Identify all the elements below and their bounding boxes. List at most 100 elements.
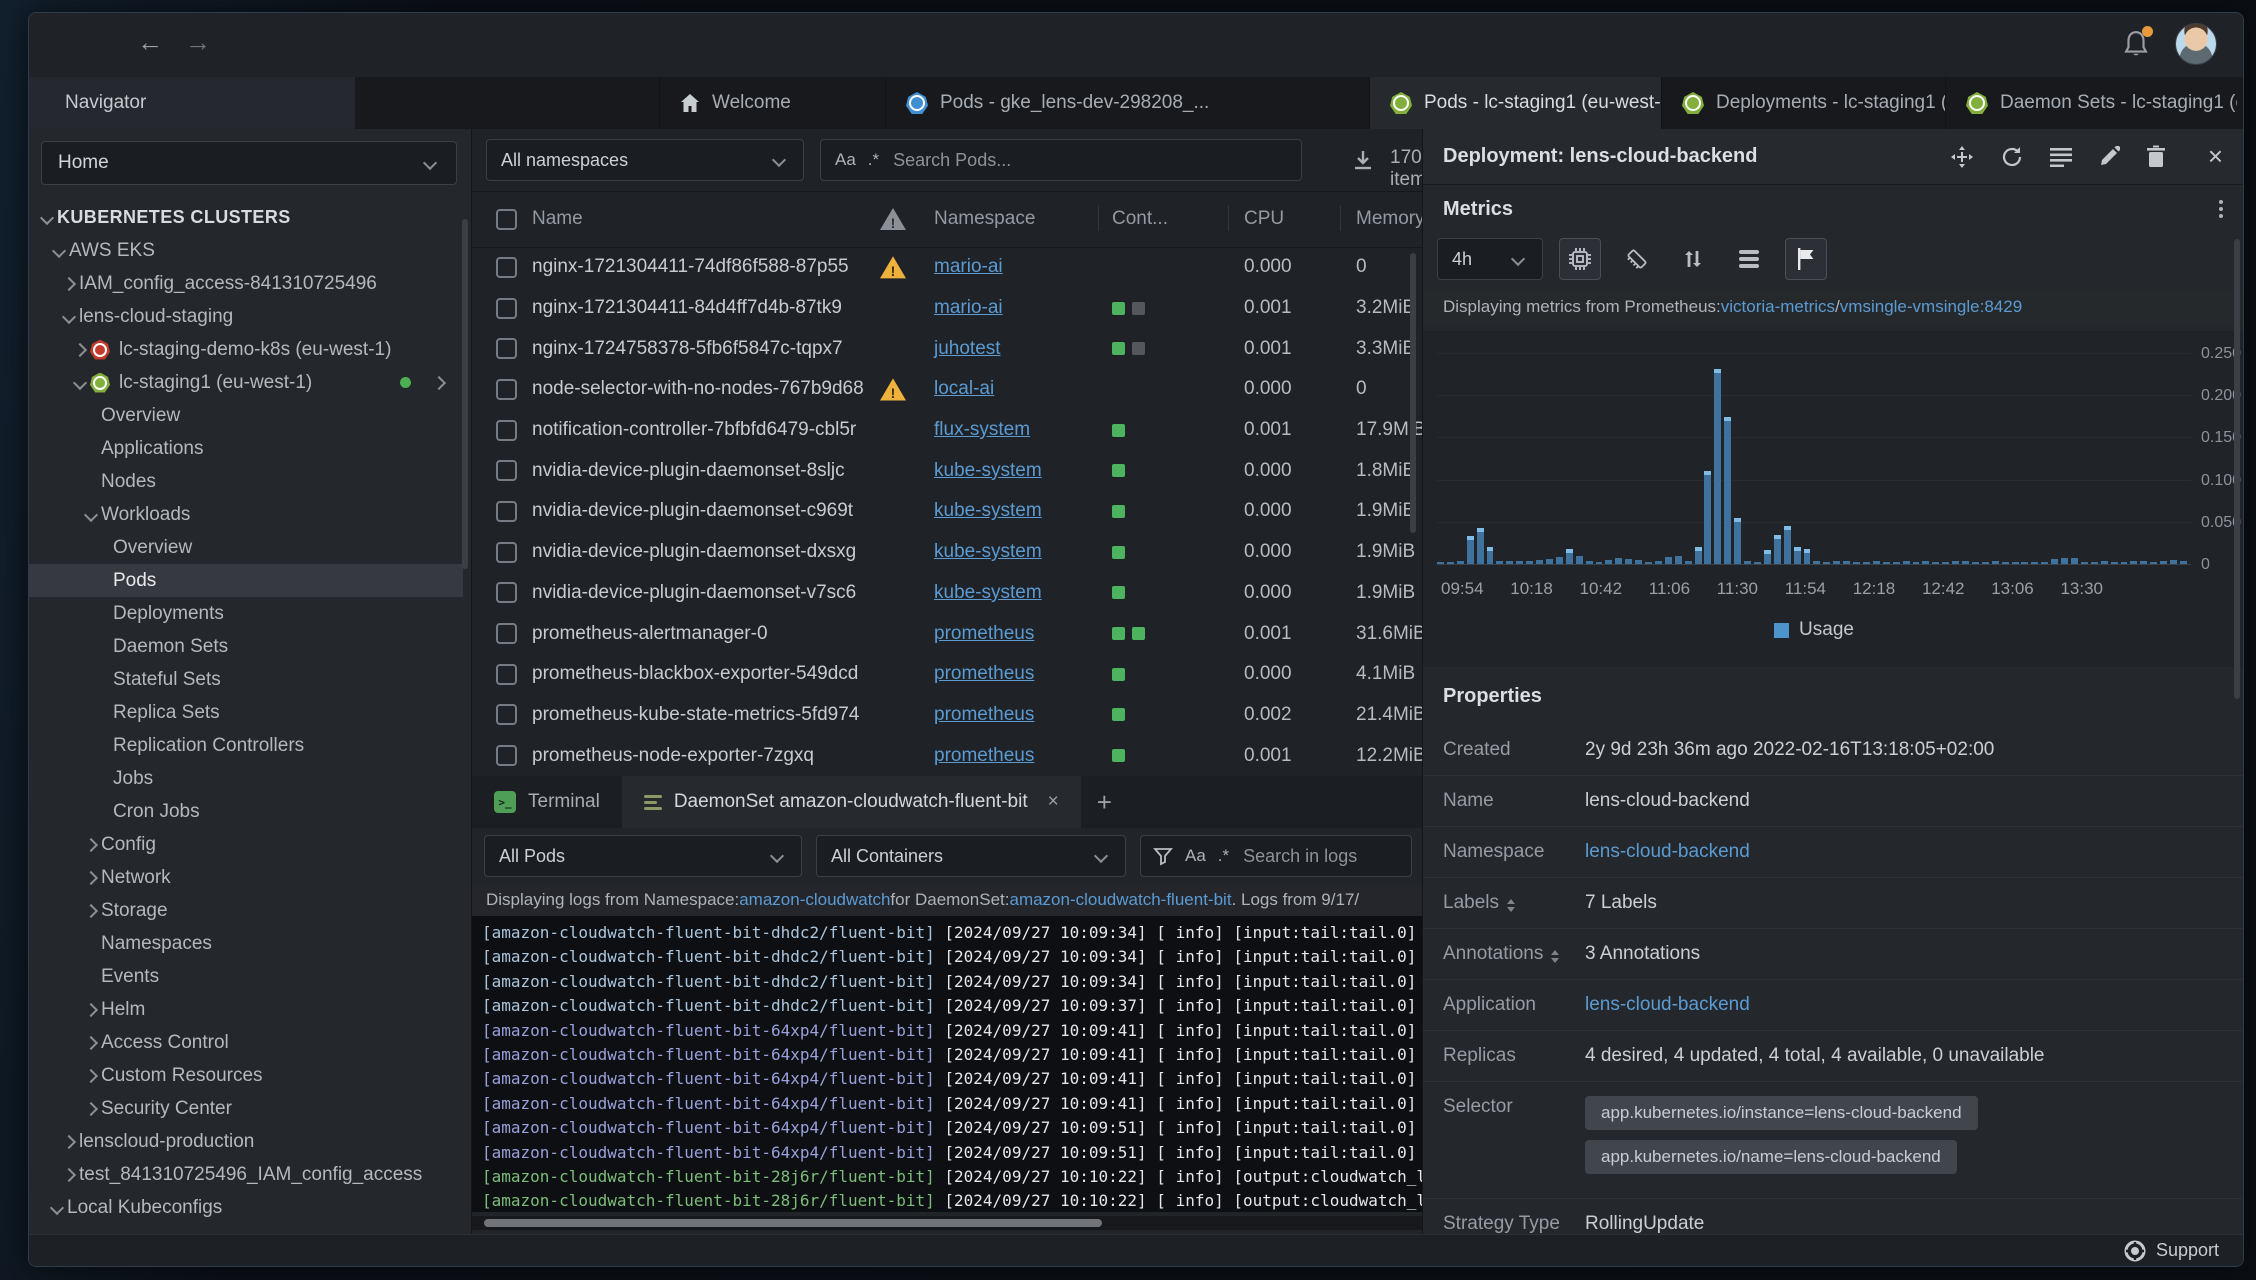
select-all-checkbox[interactable] xyxy=(496,208,517,230)
drawer-scrollbar[interactable] xyxy=(2234,239,2240,699)
chevron-right-icon[interactable] xyxy=(81,837,101,852)
tab-pods-lc-staging1-eu-west-1[interactable]: Pods - lc-staging1 (eu-west-1)× xyxy=(1369,77,1661,129)
pods-search-input[interactable] xyxy=(891,148,1287,172)
chart-legend[interactable]: Usage xyxy=(1437,619,2191,641)
memory-metric-button[interactable] xyxy=(1617,239,1657,279)
sidebar-scrollbar[interactable] xyxy=(462,219,468,569)
row-checkbox[interactable] xyxy=(496,541,517,563)
support-button[interactable]: Support xyxy=(2124,1240,2219,1262)
table-scrollbar[interactable] xyxy=(1410,253,1416,533)
filter-funnel-icon[interactable] xyxy=(1153,846,1173,866)
table-row[interactable]: nginx-1724758378-5fb6f5847c-tqpx7 juhotes… xyxy=(472,328,1422,369)
row-checkbox[interactable] xyxy=(496,623,517,645)
chevron-right-icon[interactable] xyxy=(81,903,101,918)
sidebar-item-events[interactable]: Events xyxy=(29,960,463,993)
row-checkbox[interactable] xyxy=(496,338,517,360)
table-row[interactable]: nginx-1721304411-74df86f588-87p55! mario-… xyxy=(472,247,1422,288)
table-row[interactable]: prometheus-node-exporter-7zgxq prometheus… xyxy=(472,735,1422,776)
sidebar-item-jobs[interactable]: Jobs xyxy=(29,762,463,795)
sidebar-item-aws-eks[interactable]: AWS EKS xyxy=(29,234,463,267)
chevron-right-icon[interactable] xyxy=(59,276,79,291)
property-value-link[interactable]: lens-cloud-backend xyxy=(1585,994,1750,1015)
sidebar-item-iam-config-access-841310725496[interactable]: IAM_config_access-841310725496 xyxy=(29,267,463,300)
sidebar-item-overview[interactable]: Overview xyxy=(29,399,463,432)
sidebar-item-lc-staging-demo-k8s-eu-west-1[interactable]: lc-staging-demo-k8s (eu-west-1) xyxy=(29,333,463,366)
sidebar-item-lc-staging1-eu-west-1[interactable]: lc-staging1 (eu-west-1) xyxy=(29,366,463,399)
namespace-link[interactable]: amazon-cloudwatch xyxy=(739,890,890,910)
namespace-link[interactable]: kube-system xyxy=(934,460,1042,482)
sidebar-item-local-kubeconfigs[interactable]: Local Kubeconfigs xyxy=(29,1191,463,1224)
column-header-namespace[interactable]: Namespace xyxy=(934,191,1084,247)
sidebar-item-nodes[interactable]: Nodes xyxy=(29,465,463,498)
namespace-link[interactable]: mario-ai xyxy=(934,297,1003,319)
chevron-down-icon[interactable] xyxy=(49,243,69,258)
sidebar-item-stateful-sets[interactable]: Stateful Sets xyxy=(29,663,463,696)
sidebar-item-overview[interactable]: Overview xyxy=(29,531,463,564)
table-row[interactable]: nvidia-device-plugin-daemonset-dxsxg kube… xyxy=(472,532,1422,573)
regex-icon[interactable]: .* xyxy=(1218,846,1229,866)
namespace-link[interactable]: prometheus xyxy=(934,623,1034,645)
notifications-bell-icon[interactable] xyxy=(2123,26,2153,58)
property-value-link[interactable]: lens-cloud-backend xyxy=(1585,841,1750,862)
namespace-link[interactable]: juhotest xyxy=(934,338,1001,360)
log-search-input[interactable] xyxy=(1241,844,1399,868)
dock-tab-terminal[interactable]: >_ Terminal xyxy=(472,776,622,828)
log-pods-select[interactable]: All Pods xyxy=(484,835,802,877)
user-avatar[interactable] xyxy=(2175,23,2217,65)
namespace-link[interactable]: mario-ai xyxy=(934,256,1003,278)
chevron-right-icon[interactable] xyxy=(59,1134,79,1149)
sort-toggle-icon[interactable] xyxy=(1507,899,1515,912)
forward-arrow-icon[interactable]: → xyxy=(185,27,211,58)
log-containers-select[interactable]: All Containers xyxy=(816,835,1126,877)
sort-toggle-icon[interactable] xyxy=(1551,950,1560,963)
sidebar-item-lenscloud-production[interactable]: lenscloud-production xyxy=(29,1125,463,1158)
sidebar-item-test-841310725496-iam-config-access[interactable]: test_841310725496_IAM_config_access xyxy=(29,1158,463,1191)
row-checkbox[interactable] xyxy=(496,745,517,767)
tab-welcome[interactable]: Welcome xyxy=(659,77,885,129)
new-dock-tab-button[interactable]: + xyxy=(1081,776,1128,828)
chevron-right-icon[interactable] xyxy=(81,1068,101,1083)
table-row[interactable]: nvidia-device-plugin-daemonset-v7sc6 kube… xyxy=(472,573,1422,614)
namespace-link[interactable]: flux-system xyxy=(934,419,1030,441)
log-horizontal-scrollbar[interactable] xyxy=(472,1216,1422,1230)
close-tab-icon[interactable]: × xyxy=(1048,791,1059,813)
move-icon[interactable] xyxy=(1950,145,1974,169)
table-row[interactable]: nvidia-device-plugin-daemonset-8sljc kube… xyxy=(472,450,1422,491)
row-checkbox[interactable] xyxy=(496,297,517,319)
chevron-down-icon[interactable] xyxy=(81,507,101,522)
row-checkbox[interactable] xyxy=(496,256,517,278)
sidebar-item-daemon-sets[interactable]: Daemon Sets xyxy=(29,630,463,663)
filesystem-metric-button[interactable] xyxy=(1729,239,1769,279)
namespace-link[interactable]: prometheus xyxy=(934,663,1034,685)
namespace-link[interactable]: prometheus xyxy=(934,704,1034,726)
sidebar-item-custom-resources[interactable]: Custom Resources xyxy=(29,1059,463,1092)
row-checkbox[interactable] xyxy=(496,419,517,441)
kebab-menu-icon[interactable] xyxy=(2219,200,2223,218)
chevron-right-icon[interactable] xyxy=(81,1101,101,1116)
sidebar-item-pods[interactable]: Pods xyxy=(29,564,463,597)
sidebar-item-helm[interactable]: Helm xyxy=(29,993,463,1026)
column-header-name[interactable]: Name xyxy=(532,191,872,247)
sidebar-item-applications[interactable]: Applications xyxy=(29,432,463,465)
tab-daemon-sets-lc-staging1-e[interactable]: Daemon Sets - lc-staging1 (e... xyxy=(1945,77,2237,129)
download-icon[interactable] xyxy=(1352,149,1374,171)
warning-column-icon[interactable]: ! xyxy=(880,207,906,231)
chevron-down-icon[interactable] xyxy=(47,1200,67,1215)
namespace-link[interactable]: kube-system xyxy=(934,500,1042,522)
table-row[interactable]: notification-controller-7bfbfd6479-cbl5r… xyxy=(472,410,1422,451)
chevron-down-icon[interactable] xyxy=(70,375,90,390)
namespace-filter-select[interactable]: All namespaces xyxy=(486,139,804,181)
selector-pill[interactable]: app.kubernetes.io/instance=lens-cloud-ba… xyxy=(1585,1096,1978,1130)
dock-tab-logs[interactable]: DaemonSet amazon-cloudwatch-fluent-bit × xyxy=(621,776,1081,828)
edit-pencil-icon[interactable] xyxy=(2098,145,2120,168)
column-header-containers[interactable]: Cont... xyxy=(1112,191,1212,247)
row-checkbox[interactable] xyxy=(496,663,517,685)
table-row[interactable]: nginx-1721304411-84d4ff7d4b-87tk9 mario-a… xyxy=(472,288,1422,329)
timeframe-select[interactable]: 4h xyxy=(1437,238,1543,280)
selector-pill[interactable]: app.kubernetes.io/name=lens-cloud-backen… xyxy=(1585,1140,1957,1174)
table-row[interactable]: node-selector-with-no-nodes-767b9d68! loc… xyxy=(472,369,1422,410)
sidebar-item-replica-sets[interactable]: Replica Sets xyxy=(29,696,463,729)
match-case-icon[interactable]: Aa xyxy=(835,150,856,170)
column-header-cpu[interactable]: CPU xyxy=(1244,191,1324,247)
sidebar-item-network[interactable]: Network xyxy=(29,861,463,894)
